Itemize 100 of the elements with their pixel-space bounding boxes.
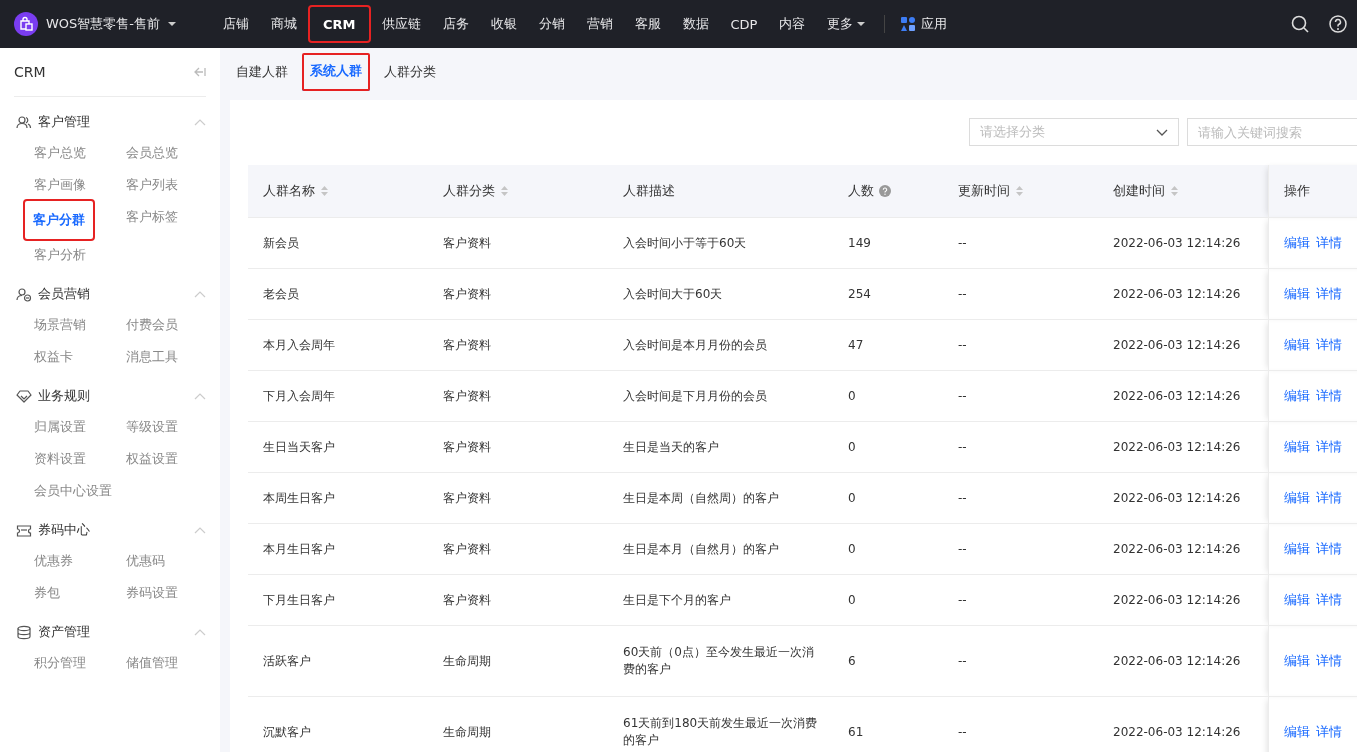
nav-item[interactable]: 供应链 xyxy=(372,7,430,41)
sidebar-item[interactable]: 客户分析 xyxy=(34,239,86,271)
table-cell: -- xyxy=(958,542,967,556)
sidebar-item[interactable]: 储值管理 xyxy=(126,647,178,679)
action-link[interactable]: 详情 xyxy=(1315,591,1342,609)
table-cell: -- xyxy=(958,440,967,454)
nav-item[interactable]: 分销 xyxy=(529,7,574,41)
diamond-icon xyxy=(16,388,32,404)
action-link[interactable]: 详情 xyxy=(1315,336,1342,354)
brand-logo-icon xyxy=(14,12,38,36)
table-cell: 入会时间大于60天 xyxy=(623,286,723,301)
sidebar-item[interactable]: 客户标签 xyxy=(126,201,178,233)
nav-item[interactable]: 更多 xyxy=(818,7,875,41)
sidebar-item[interactable]: 归属设置 xyxy=(34,411,86,443)
chevron-up-icon[interactable] xyxy=(194,392,206,400)
sidebar-item[interactable]: 优惠券 xyxy=(34,545,73,577)
sidebar-item[interactable]: 资料设置 xyxy=(34,443,86,475)
nav-item[interactable]: 收银 xyxy=(481,7,526,41)
action-link[interactable]: 编辑 xyxy=(1283,387,1310,405)
action-link[interactable]: 编辑 xyxy=(1283,336,1310,354)
action-link[interactable]: 详情 xyxy=(1315,285,1342,303)
keyword-search-field[interactable]: 请输入关键词搜索 xyxy=(1187,118,1357,146)
table-cell: 入会时间小于等于60天 xyxy=(623,235,747,250)
chevron-up-icon[interactable] xyxy=(194,290,206,298)
table-cell: -- xyxy=(958,236,967,250)
nav-item[interactable]: CRM xyxy=(310,7,369,41)
sidebar-item[interactable]: 消息工具 xyxy=(126,341,178,373)
sidebar-item[interactable]: 客户列表 xyxy=(126,169,178,201)
action-link[interactable]: 编辑 xyxy=(1283,591,1310,609)
table-cell: 沉默客户 xyxy=(263,724,311,739)
table-cell: 入会时间是本月月份的会员 xyxy=(623,337,767,352)
sidebar-group-title[interactable]: 券码中心 xyxy=(38,521,188,539)
collapse-icon[interactable] xyxy=(193,67,206,77)
sidebar-item[interactable]: 场景营销 xyxy=(34,309,86,341)
nav-item[interactable]: 店务 xyxy=(433,7,478,41)
action-link[interactable]: 编辑 xyxy=(1283,285,1310,303)
sidebar-item[interactable]: 客户分群 xyxy=(25,201,93,239)
nav-item[interactable]: 营销 xyxy=(577,7,622,41)
help-icon[interactable] xyxy=(1329,15,1347,33)
sidebar-item[interactable]: 客户画像 xyxy=(34,169,86,201)
action-link[interactable]: 详情 xyxy=(1315,489,1342,507)
nav-item[interactable]: CDP xyxy=(721,7,767,41)
sidebar-item[interactable]: 会员总览 xyxy=(126,137,178,169)
apps-grid-icon xyxy=(901,17,916,31)
sidebar-item[interactable]: 优惠码 xyxy=(126,545,165,577)
chevron-up-icon[interactable] xyxy=(194,118,206,126)
search-icon[interactable] xyxy=(1291,15,1309,33)
nav-item[interactable]: 店铺 xyxy=(214,7,258,41)
sidebar-item[interactable]: 等级设置 xyxy=(126,411,178,443)
action-link[interactable]: 编辑 xyxy=(1283,723,1310,741)
sidebar-item[interactable]: 权益卡 xyxy=(34,341,73,373)
table-cell: 客户资料 xyxy=(443,235,491,250)
sort-icon xyxy=(1015,186,1024,196)
caret-down-icon xyxy=(857,22,866,26)
tab[interactable]: 系统人群 xyxy=(302,53,370,91)
tab[interactable]: 自建人群 xyxy=(228,48,296,96)
action-link[interactable]: 编辑 xyxy=(1283,489,1310,507)
sidebar-group-title[interactable]: 会员营销 xyxy=(38,285,188,303)
column-header[interactable]: 人群名称 xyxy=(248,165,428,218)
action-link[interactable]: 详情 xyxy=(1315,540,1342,558)
chevron-up-icon[interactable] xyxy=(194,526,206,534)
sidebar-item[interactable]: 券码设置 xyxy=(126,577,178,609)
sidebar-item[interactable]: 券包 xyxy=(34,577,60,609)
sidebar-item[interactable]: 权益设置 xyxy=(126,443,178,475)
sidebar-group-title[interactable]: 资产管理 xyxy=(38,623,188,641)
action-link[interactable]: 编辑 xyxy=(1283,652,1310,670)
table-cell: 生日是本月（自然月）的客户 xyxy=(623,541,779,556)
action-link[interactable]: 编辑 xyxy=(1283,438,1310,456)
table-cell: 0 xyxy=(848,491,856,505)
workspace-selector[interactable]: WOS智慧零售-售前 xyxy=(46,15,161,33)
column-header[interactable]: 创建时间 xyxy=(1098,165,1268,218)
table-cell: 2022-06-03 12:14:26 xyxy=(1113,287,1241,301)
apps-button[interactable]: 应用 xyxy=(895,15,954,33)
sidebar-item[interactable]: 客户总览 xyxy=(34,137,86,169)
column-header[interactable]: 更新时间 xyxy=(943,165,1098,218)
action-link[interactable]: 详情 xyxy=(1315,723,1342,741)
sidebar-group-title[interactable]: 客户管理 xyxy=(38,113,188,131)
table-cell: 下月入会周年 xyxy=(263,388,335,403)
nav-item[interactable]: 数据 xyxy=(673,7,718,41)
column-header[interactable]: 人群分类 xyxy=(428,165,608,218)
sidebar-group-title[interactable]: 业务规则 xyxy=(38,387,188,405)
sidebar-item[interactable]: 付费会员 xyxy=(126,309,178,341)
action-link[interactable]: 编辑 xyxy=(1283,234,1310,252)
action-link[interactable]: 详情 xyxy=(1315,387,1342,405)
ticket-icon xyxy=(16,522,32,538)
action-link[interactable]: 详情 xyxy=(1315,652,1342,670)
sidebar-item[interactable]: 积分管理 xyxy=(34,647,86,679)
action-link[interactable]: 详情 xyxy=(1315,234,1342,252)
nav-item[interactable]: 商城 xyxy=(262,7,306,41)
sort-icon xyxy=(320,186,329,196)
table-cell: 客户资料 xyxy=(443,337,491,352)
chevron-up-icon[interactable] xyxy=(194,628,206,636)
nav-item[interactable]: 客服 xyxy=(625,7,670,41)
table-cell: 老会员 xyxy=(263,286,299,301)
table-cell: 生命周期 xyxy=(443,724,491,739)
sidebar-item[interactable]: 会员中心设置 xyxy=(34,475,112,507)
tab[interactable]: 人群分类 xyxy=(376,48,444,96)
nav-item[interactable]: 内容 xyxy=(770,7,815,41)
action-link[interactable]: 详情 xyxy=(1315,438,1342,456)
action-link[interactable]: 编辑 xyxy=(1283,540,1310,558)
